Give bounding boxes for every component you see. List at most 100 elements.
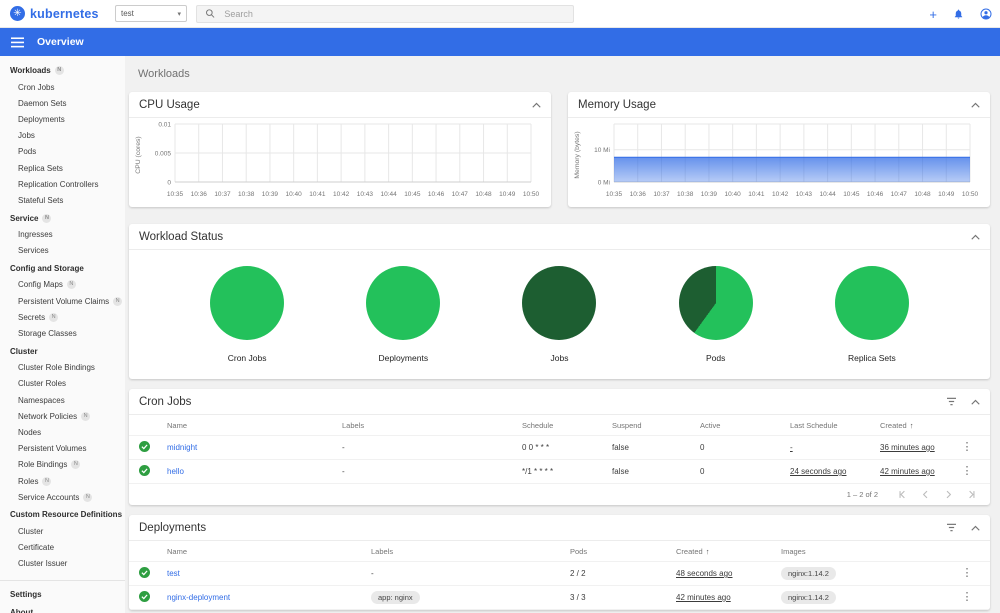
- menu-icon[interactable]: [11, 36, 24, 48]
- column-header-last-schedule[interactable]: Last Schedule: [790, 421, 880, 430]
- notifications-button[interactable]: [953, 8, 964, 20]
- active-cell: 0: [700, 443, 705, 452]
- svg-text:10:41: 10:41: [309, 191, 326, 198]
- collapse-icon[interactable]: [971, 525, 980, 531]
- row-menu-button[interactable]: ⋮: [954, 568, 980, 579]
- row-menu-button[interactable]: ⋮: [954, 592, 980, 603]
- search-input[interactable]: [224, 8, 565, 19]
- deployment-name-link[interactable]: test: [167, 569, 371, 578]
- sidebar-item-secrets[interactable]: Secrets N: [0, 309, 125, 325]
- sidebar-item-namespaces[interactable]: Namespaces: [0, 392, 125, 408]
- sidebar-item-label: Cluster Roles: [18, 379, 67, 389]
- svg-text:10:42: 10:42: [333, 191, 350, 198]
- sidebar-item-storage-classes[interactable]: Storage Classes: [0, 325, 125, 341]
- namespace-selector[interactable]: test ▾: [115, 5, 187, 22]
- cronjob-name-link[interactable]: midnight: [167, 443, 342, 452]
- sidebar-item-label: Services: [18, 246, 49, 256]
- labels-cell: -: [371, 569, 374, 578]
- pie-chart-deployments: [366, 265, 441, 340]
- column-header-name[interactable]: Name: [167, 547, 371, 556]
- sidebar-item-network-policies[interactable]: Network Policies N: [0, 408, 125, 424]
- column-header-schedule[interactable]: Schedule: [522, 421, 612, 430]
- row-menu-button[interactable]: ⋮: [954, 442, 980, 453]
- column-header-name[interactable]: Name: [167, 421, 342, 430]
- column-header-active[interactable]: Active: [700, 421, 790, 430]
- sidebar-item-cluster-roles[interactable]: Cluster Roles: [0, 376, 125, 392]
- sidebar-item-replica-sets[interactable]: Replica Sets: [0, 160, 125, 176]
- column-header-pods[interactable]: Pods: [570, 547, 676, 556]
- sidebar-item-role-bindings[interactable]: Role Bindings N: [0, 457, 125, 473]
- column-header-images[interactable]: Images: [781, 547, 954, 556]
- svg-text:10:43: 10:43: [357, 191, 374, 198]
- sidebar-item-label: Replica Sets: [18, 163, 63, 173]
- cronjob-name-link[interactable]: hello: [167, 467, 342, 476]
- collapse-icon[interactable]: [971, 399, 980, 405]
- sidebar-item-stateful-sets[interactable]: Stateful Sets: [0, 192, 125, 208]
- deployment-name-link[interactable]: nginx-deployment: [167, 593, 371, 602]
- sidebar-item-persistent-volume-claims[interactable]: Persistent Volume Claims N: [0, 293, 125, 309]
- workload-status-pies: Cron Jobs Deployments Jobs Pods Replica Sets: [129, 250, 990, 378]
- table-header-row: Name Labels Pods Created ↑ Images: [129, 541, 990, 562]
- logo-text: kubernetes: [30, 6, 99, 21]
- schedule-cell: */1 * * * *: [522, 467, 554, 476]
- sidebar-item-nodes[interactable]: Nodes: [0, 424, 125, 440]
- column-header-labels[interactable]: Labels: [342, 421, 522, 430]
- pie-chart-label: Deployments: [378, 352, 429, 363]
- filter-icon[interactable]: [946, 523, 957, 532]
- sidebar-item-jobs[interactable]: Jobs: [0, 128, 125, 144]
- sidebar-item-config-maps[interactable]: Config Maps N: [0, 277, 125, 293]
- sidebar-item-cluster-role-bindings[interactable]: Cluster Role Bindings: [0, 360, 125, 376]
- sidebar-item-persistent-volumes[interactable]: Persistent Volumes: [0, 441, 125, 457]
- sort-ascending-icon: ↑: [909, 420, 914, 430]
- sidebar-item-label: Namespaces: [18, 395, 65, 405]
- sidebar-group-header[interactable]: Service N: [0, 209, 125, 227]
- sidebar-item-replication-controllers[interactable]: Replication Controllers: [0, 176, 125, 192]
- sidebar-item-pods[interactable]: Pods: [0, 144, 125, 160]
- add-resource-button[interactable]: +: [929, 8, 937, 21]
- sidebar-group-header[interactable]: Config and Storage: [0, 259, 125, 277]
- filter-icon[interactable]: [946, 397, 957, 406]
- sidebar-group-header[interactable]: Custom Resource Definitions: [0, 505, 125, 523]
- sidebar-item-certificate[interactable]: Certificate: [0, 540, 125, 556]
- sidebar-item-about[interactable]: About: [0, 603, 125, 613]
- sidebar-item-label: Jobs: [18, 131, 35, 141]
- next-page-button[interactable]: [944, 490, 953, 499]
- sidebar-item-cluster[interactable]: Cluster: [0, 523, 125, 539]
- sidebar-group-header[interactable]: Workloads N: [0, 61, 125, 79]
- svg-text:10:49: 10:49: [938, 191, 955, 198]
- sidebar-item-settings[interactable]: Settings: [0, 585, 125, 603]
- sidebar-item-cron-jobs[interactable]: Cron Jobs: [0, 79, 125, 95]
- sidebar-item-daemon-sets[interactable]: Daemon Sets: [0, 95, 125, 111]
- column-header-created[interactable]: Created ↑: [880, 421, 954, 430]
- column-header-labels[interactable]: Labels: [371, 547, 570, 556]
- deployments-card: Deployments Name Labels Pods Created ↑ Images…: [129, 515, 990, 610]
- sidebar-item-roles[interactable]: Roles N: [0, 473, 125, 489]
- column-header-created[interactable]: Created ↑: [676, 547, 781, 556]
- collapse-icon[interactable]: [532, 102, 541, 108]
- sidebar-item-ingresses[interactable]: Ingresses: [0, 227, 125, 243]
- sidebar-item-services[interactable]: Services: [0, 243, 125, 259]
- account-button[interactable]: [980, 8, 992, 20]
- kubernetes-logo[interactable]: ✳ kubernetes: [0, 6, 115, 21]
- sidebar-item-label: Secrets: [18, 312, 46, 322]
- last-page-button[interactable]: [967, 490, 976, 499]
- schedule-cell: 0 0 * * *: [522, 443, 550, 452]
- created-cell: 36 minutes ago: [880, 443, 935, 452]
- collapse-icon[interactable]: [971, 102, 980, 108]
- previous-page-button[interactable]: [921, 490, 930, 499]
- namespaced-badge: N: [83, 492, 93, 502]
- sidebar-item-service-accounts[interactable]: Service Accounts N: [0, 489, 125, 505]
- first-page-button[interactable]: [898, 490, 907, 499]
- pie-chart-cron-jobs: [210, 265, 285, 340]
- pie-chart-pods: [678, 265, 753, 340]
- column-header-suspend[interactable]: Suspend: [612, 421, 700, 430]
- row-menu-button[interactable]: ⋮: [954, 466, 980, 477]
- sidebar-group-header[interactable]: Cluster: [0, 342, 125, 360]
- last-schedule-cell: 24 seconds ago: [790, 467, 847, 476]
- sidebar-item-cluster-issuer[interactable]: Cluster Issuer: [0, 556, 125, 572]
- search-bar[interactable]: [196, 4, 574, 23]
- sidebar-item-deployments[interactable]: Deployments: [0, 111, 125, 127]
- namespaced-badge: N: [54, 66, 64, 75]
- collapse-icon[interactable]: [971, 234, 980, 240]
- sidebar-item-label: Cron Jobs: [18, 82, 55, 92]
